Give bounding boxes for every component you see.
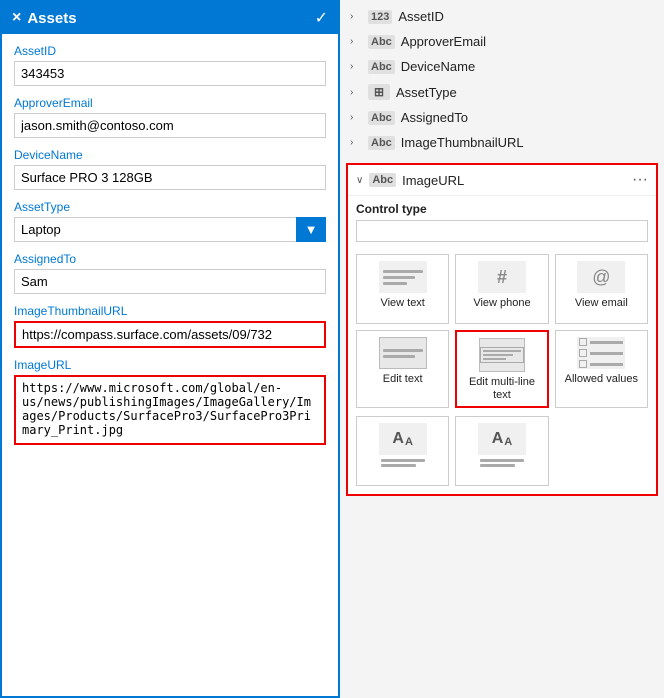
chevron-right-icon-5: › — [350, 112, 362, 123]
field-imagethumbnailurl: ImageThumbnailURL — [14, 304, 326, 348]
edit-text-icon — [379, 337, 427, 369]
field-name-imageurl: ImageURL — [402, 173, 626, 188]
imageurl-expanded-section: ∨ Abc ImageURL ··· Control type View tex… — [346, 163, 658, 496]
header-title-group: × Assets — [12, 9, 77, 27]
tile-edit-text-label: Edit text — [383, 373, 423, 386]
tile-view-text[interactable]: View text — [356, 254, 449, 324]
input-imagethumbnailurl[interactable] — [14, 321, 326, 348]
tile-view-email[interactable]: @ View email — [555, 254, 648, 324]
select-wrapper-assettype: Laptop ▼ — [14, 217, 326, 242]
tile-edit-multiline[interactable]: Edit multi-line text — [455, 330, 548, 408]
panel-title: Assets — [27, 10, 76, 27]
type-icon-approveremail: Abc — [368, 35, 395, 49]
field-approveremail: ApproverEmail — [14, 96, 326, 138]
list-item-approveremail[interactable]: › Abc ApproverEmail — [340, 29, 664, 54]
field-name-assignedto: AssignedTo — [401, 110, 468, 125]
chevron-right-icon-2: › — [350, 36, 362, 47]
textarea-imageurl[interactable]: https://www.microsoft.com/global/en-us/n… — [14, 375, 326, 445]
tile-aa-1[interactable]: A A — [356, 416, 449, 486]
hash-icon: # — [497, 267, 507, 288]
input-approveremail[interactable] — [14, 113, 326, 138]
panel-header: × Assets ✓ — [2, 2, 338, 34]
edit-multiline-icon — [479, 338, 525, 372]
type-icon-assettype: ⊞ — [368, 84, 390, 100]
check-icon[interactable]: ✓ — [315, 8, 328, 28]
right-panel: › 123 AssetID › Abc ApproverEmail › Abc … — [340, 0, 664, 698]
type-icon-assetid: 123 — [368, 10, 392, 24]
more-options-icon[interactable]: ··· — [632, 171, 648, 189]
field-assignedto: AssignedTo — [14, 252, 326, 294]
chevron-down-icon-imageurl: ∨ — [356, 175, 363, 186]
input-assignedto[interactable] — [14, 269, 326, 294]
text-format-icon-1: A A — [392, 430, 413, 448]
tile-allowed-values[interactable]: Allowed values — [555, 330, 648, 408]
empty-tile-slot — [555, 416, 648, 486]
imageurl-header[interactable]: ∨ Abc ImageURL ··· — [348, 165, 656, 196]
close-icon[interactable]: × — [12, 9, 21, 27]
chevron-right-icon-6: › — [350, 137, 362, 148]
list-item-assetid[interactable]: › 123 AssetID — [340, 4, 664, 29]
tile-view-phone-label: View phone — [473, 297, 530, 310]
list-item-devicename[interactable]: › Abc DeviceName — [340, 54, 664, 79]
left-panel: × Assets ✓ AssetID ApproverEmail DeviceN… — [0, 0, 340, 698]
tile-allowed-values-label: Allowed values — [565, 373, 638, 386]
field-name-assetid: AssetID — [398, 9, 444, 24]
tile-view-email-label: View email — [575, 297, 628, 310]
view-text-icon — [379, 261, 427, 293]
list-item-assettype[interactable]: › ⊞ AssetType — [340, 79, 664, 105]
control-tiles-bottom: A A A A — [348, 416, 656, 494]
field-name-imagethumbnailurl: ImageThumbnailURL — [401, 135, 524, 150]
form-body: AssetID ApproverEmail DeviceName AssetTy… — [2, 34, 338, 696]
list-item-imagethumbnailurl[interactable]: › Abc ImageThumbnailURL — [340, 130, 664, 155]
fields-list: › 123 AssetID › Abc ApproverEmail › Abc … — [340, 0, 664, 159]
label-assetid: AssetID — [14, 44, 326, 58]
field-name-devicename: DeviceName — [401, 59, 475, 74]
chevron-right-icon: › — [350, 11, 362, 22]
text-format-icon-2: A A — [492, 430, 513, 448]
tile-edit-multiline-label: Edit multi-line text — [461, 376, 542, 402]
label-assignedto: AssignedTo — [14, 252, 326, 266]
field-devicename: DeviceName — [14, 148, 326, 190]
control-tiles-grid: View text # View phone @ View email — [348, 246, 656, 416]
field-name-assettype: AssetType — [396, 85, 457, 100]
field-assettype: AssetType Laptop ▼ — [14, 200, 326, 242]
tile-edit-text[interactable]: Edit text — [356, 330, 449, 408]
list-item-assignedto[interactable]: › Abc AssignedTo — [340, 105, 664, 130]
chevron-right-icon-3: › — [350, 61, 362, 72]
aa-1-icon: A A — [379, 423, 427, 455]
tile-view-phone[interactable]: # View phone — [455, 254, 548, 324]
type-icon-devicename: Abc — [368, 60, 395, 74]
view-email-icon: @ — [577, 261, 625, 293]
label-assettype: AssetType — [14, 200, 326, 214]
tile-aa-2[interactable]: A A — [455, 416, 548, 486]
type-icon-imageurl: Abc — [369, 173, 396, 187]
aa-2-icon: A A — [478, 423, 526, 455]
label-imageurl: ImageURL — [14, 358, 326, 372]
view-phone-icon: # — [478, 261, 526, 293]
allowed-values-icon — [577, 337, 625, 369]
control-type-section: Control type — [348, 196, 656, 246]
field-imageurl: ImageURL https://www.microsoft.com/globa… — [14, 358, 326, 448]
field-assetid: AssetID — [14, 44, 326, 86]
field-name-approveremail: ApproverEmail — [401, 34, 486, 49]
type-icon-assignedto: Abc — [368, 111, 395, 125]
input-devicename[interactable] — [14, 165, 326, 190]
label-devicename: DeviceName — [14, 148, 326, 162]
select-assettype[interactable]: Laptop — [14, 217, 326, 242]
control-type-label: Control type — [356, 202, 648, 216]
label-approveremail: ApproverEmail — [14, 96, 326, 110]
control-type-input[interactable] — [356, 220, 648, 242]
tile-view-text-label: View text — [380, 297, 424, 310]
label-imagethumbnailurl: ImageThumbnailURL — [14, 304, 326, 318]
input-assetid[interactable] — [14, 61, 326, 86]
chevron-right-icon-4: › — [350, 87, 362, 98]
type-icon-imagethumbnailurl: Abc — [368, 136, 395, 150]
at-icon: @ — [592, 267, 610, 288]
